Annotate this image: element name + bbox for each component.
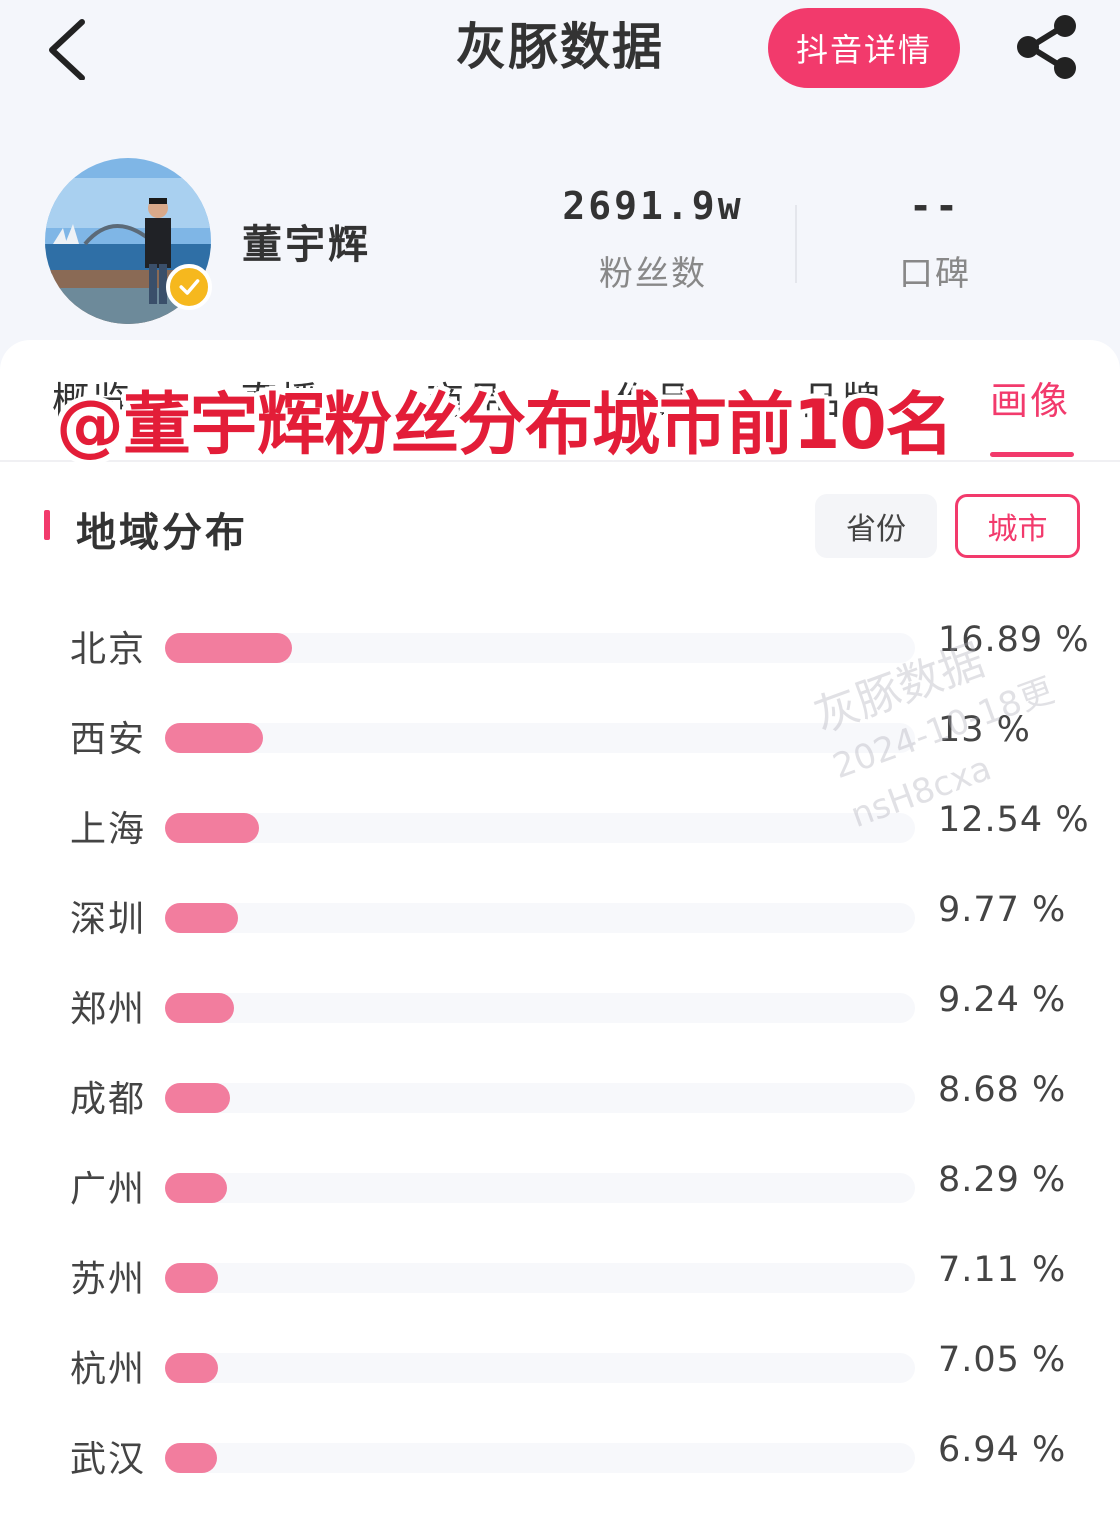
city-label: 西安 <box>70 719 147 760</box>
percent-label: 8.29 % <box>938 1160 1067 1200</box>
back-arrow-icon[interactable] <box>40 14 100 80</box>
percent-label: 9.77 % <box>938 890 1067 930</box>
bar-track <box>165 633 915 663</box>
percent-label: 7.11 % <box>938 1250 1067 1290</box>
page-title: 灰豚数据 <box>456 18 664 76</box>
city-label: 武汉 <box>70 1439 147 1480</box>
fans-label: 粉丝数 <box>599 254 707 294</box>
city-label: 郑州 <box>70 989 147 1030</box>
percent-label: 8.68 % <box>938 1070 1067 1110</box>
city-label: 苏州 <box>70 1259 147 1300</box>
bar-track <box>165 903 915 933</box>
bar-fill <box>165 723 263 753</box>
toggle-city[interactable]: 城市 <box>955 494 1080 558</box>
bar-fill <box>165 1443 218 1473</box>
city-row: 广州 8.29 % <box>0 1158 1120 1218</box>
bar-fill <box>165 1263 219 1293</box>
verified-check-icon <box>166 264 212 310</box>
bar-fill <box>165 1173 228 1203</box>
city-label: 成都 <box>70 1079 147 1120</box>
city-row: 成都 8.68 % <box>0 1068 1120 1128</box>
reputation-value: -- <box>909 184 961 228</box>
douyin-detail-button[interactable]: 抖音详情 <box>768 8 960 88</box>
bar-fill <box>165 1353 218 1383</box>
bar-track <box>165 1173 915 1203</box>
stat-divider <box>795 205 797 283</box>
fans-stat: 2691.9w 粉丝数 <box>560 184 746 295</box>
toggle-province[interactable]: 省份 <box>815 494 937 558</box>
bar-track <box>165 1083 915 1113</box>
city-label: 上海 <box>70 809 147 850</box>
share-icon[interactable] <box>1010 14 1082 80</box>
bar-track <box>165 1263 915 1293</box>
bar-fill <box>165 813 260 843</box>
city-label: 北京 <box>70 629 147 670</box>
city-row: 武汉 6.94 % <box>0 1428 1120 1488</box>
city-row: 深圳 9.77 % <box>0 888 1120 948</box>
account-name: 董宇辉 <box>242 222 371 268</box>
bar-track <box>165 1353 915 1383</box>
percent-label: 6.94 % <box>938 1430 1067 1470</box>
section-marker <box>44 510 50 540</box>
bar-fill <box>165 903 239 933</box>
bar-track <box>165 723 915 753</box>
percent-label: 7.05 % <box>938 1340 1067 1380</box>
overlay-caption: @董宇辉粉丝分布城市前10名 <box>56 386 954 465</box>
city-label: 广州 <box>70 1169 147 1210</box>
bar-track <box>165 1443 915 1473</box>
reputation-stat: -- 口碑 <box>860 184 1010 295</box>
city-row: 苏州 7.11 % <box>0 1248 1120 1308</box>
city-label: 深圳 <box>70 899 147 940</box>
bar-fill <box>165 993 235 1023</box>
fans-value: 2691.9w <box>562 184 744 228</box>
reputation-label: 口碑 <box>899 254 971 294</box>
bar-fill <box>165 633 292 663</box>
city-row: 杭州 7.05 % <box>0 1338 1120 1398</box>
city-row: 郑州 9.24 % <box>0 978 1120 1038</box>
percent-label: 9.24 % <box>938 980 1067 1020</box>
section-title: 地域分布 <box>76 510 248 556</box>
bar-track <box>165 813 915 843</box>
bar-track <box>165 993 915 1023</box>
city-label: 杭州 <box>70 1349 147 1390</box>
bar-fill <box>165 1083 231 1113</box>
